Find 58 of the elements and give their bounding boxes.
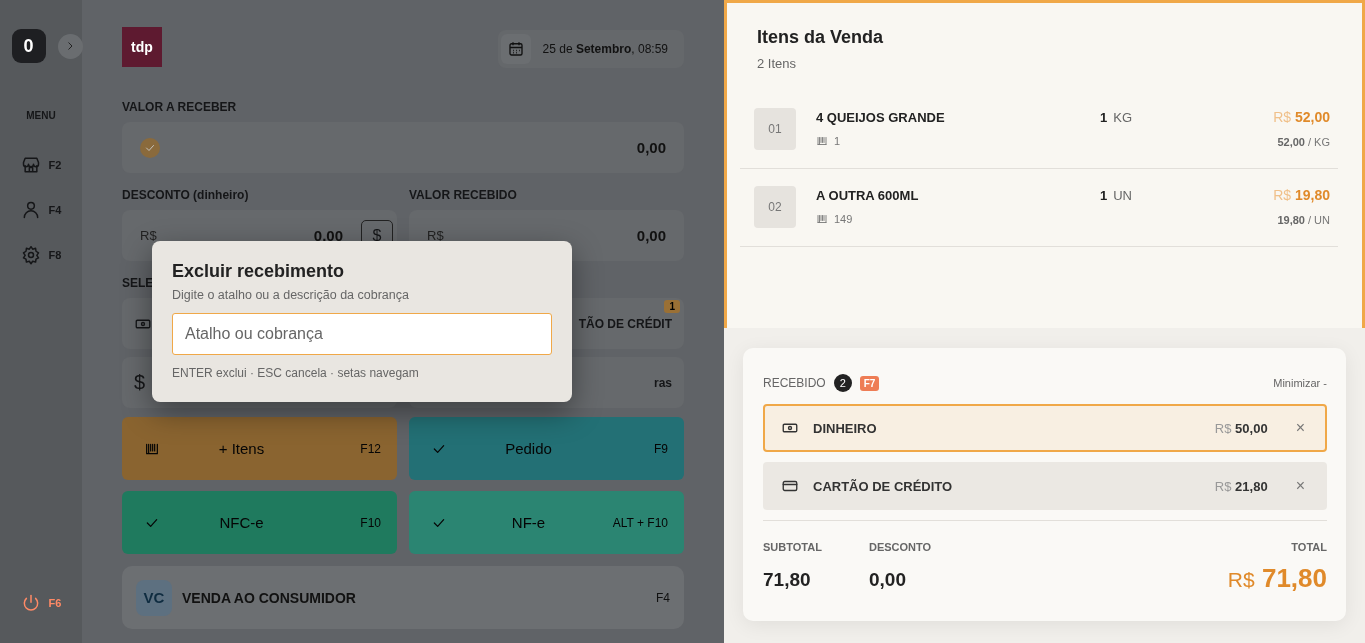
customer-button[interactable]: VC VENDA AO CONSUMIDOR F4 bbox=[122, 566, 684, 629]
section-label: SELE bbox=[122, 276, 155, 290]
amount-due-field: 0,00 bbox=[122, 122, 684, 173]
subtotal-value: 71,80 bbox=[763, 569, 812, 591]
action-button[interactable]: + Itens F12 bbox=[122, 417, 397, 480]
item-quantity: 1 UN bbox=[1100, 188, 1133, 203]
total-label: TOTAL bbox=[1290, 541, 1327, 553]
unit-price: 19,80 / UN bbox=[1276, 214, 1330, 226]
field-label: VALOR RECEBIDO bbox=[409, 188, 518, 202]
section-label: RECEBIDO bbox=[763, 376, 826, 390]
item-total: R$ 52,00 bbox=[1272, 109, 1330, 125]
calendar-icon bbox=[500, 34, 531, 64]
shortcut-badge: F7 bbox=[859, 375, 880, 391]
panel-title: Itens da Venda bbox=[756, 27, 885, 48]
discount-label: DESCONTO bbox=[869, 541, 933, 553]
barcode-icon bbox=[816, 135, 828, 147]
item-name: A OUTRA 600ML bbox=[816, 188, 920, 203]
action-button[interactable]: NF-e ALT + F10 bbox=[409, 491, 684, 554]
item-index: 02 bbox=[754, 186, 796, 228]
discount-value: 0,00 bbox=[869, 569, 907, 591]
dialog-subtitle: Digite o atalho ou a descrição da cobrança bbox=[172, 288, 410, 302]
date-time: 25 de Setembro, 08:59 bbox=[542, 42, 668, 56]
logout-button[interactable]: F6 bbox=[20, 593, 62, 613]
count-badge: 1 bbox=[664, 300, 680, 313]
search-field[interactable]: Atalho ou cobrança bbox=[172, 313, 552, 355]
avatar: VC bbox=[136, 579, 172, 616]
expand-button[interactable] bbox=[57, 33, 83, 59]
barcode-icon bbox=[816, 213, 828, 225]
cart-counter: 0 bbox=[11, 29, 46, 63]
total-value: R$ 71,80 bbox=[1227, 563, 1327, 594]
minimize-link[interactable]: Minimizar - bbox=[1273, 377, 1327, 389]
action-button[interactable]: Pedido F9 bbox=[409, 417, 684, 480]
payment-row[interactable]: DINHEIRO R$ 50,00 × bbox=[763, 404, 1327, 452]
settings-icon bbox=[20, 245, 41, 265]
sidebar-item[interactable]: F8 bbox=[20, 245, 62, 265]
sidebar-item[interactable]: F4 bbox=[20, 200, 62, 220]
item-code: 1 bbox=[834, 135, 841, 147]
item-count: 2 Itens bbox=[757, 56, 798, 71]
item-quantity: 1 KG bbox=[1100, 110, 1134, 125]
menu-label: MENU bbox=[26, 110, 56, 121]
remove-button[interactable]: × bbox=[1291, 419, 1309, 437]
remove-button[interactable]: × bbox=[1291, 477, 1309, 495]
item-name: 4 QUEIJOS GRANDE bbox=[816, 110, 946, 125]
keyboard-hint: ENTER exclui · ESC cancela · setas navegam bbox=[172, 366, 420, 380]
item-code: 149 bbox=[834, 213, 853, 225]
subtotal-label: SUBTOTAL bbox=[763, 541, 823, 553]
unit-price: 52,00 / KG bbox=[1276, 136, 1330, 148]
payment-row[interactable]: CARTÃO DE CRÉDITO R$ 21,80 × bbox=[763, 462, 1327, 510]
action-button[interactable]: NFC-e F10 bbox=[122, 491, 397, 554]
dialog-title: Excluir recebimento bbox=[172, 261, 346, 282]
field-label: VALOR A RECEBER bbox=[122, 100, 238, 114]
field-label: DESCONTO (dinheiro) bbox=[122, 188, 250, 202]
item-total: R$ 19,80 bbox=[1272, 187, 1330, 203]
item-index: 01 bbox=[754, 108, 796, 150]
logo: tdp bbox=[122, 27, 162, 67]
store-icon bbox=[20, 155, 41, 175]
sidebar-item[interactable]: F2 bbox=[20, 155, 62, 175]
count-badge: 2 bbox=[833, 374, 852, 392]
